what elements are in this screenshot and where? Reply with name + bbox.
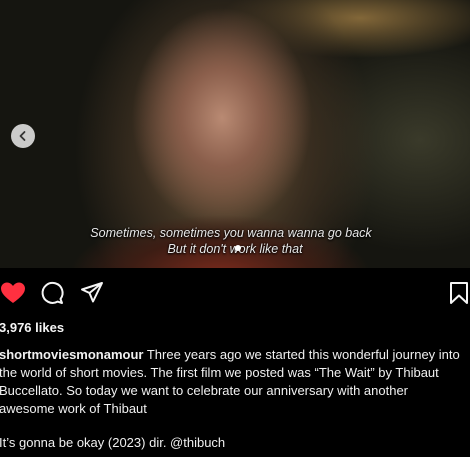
post-media[interactable]: Sometimes, sometimes you wanna wanna go …	[0, 0, 470, 268]
carousel-dot	[235, 245, 241, 251]
like-count[interactable]: 3,976 likes	[0, 320, 64, 335]
post-actions	[0, 280, 470, 306]
caption-credit: It’s gonna be okay (2023) dir. @thibuch	[0, 435, 226, 450]
caption-username[interactable]: shortmoviesmonamour	[0, 347, 143, 362]
heart-filled-icon	[1, 282, 25, 303]
carousel-prev-button[interactable]	[11, 124, 35, 148]
comment-button[interactable]	[39, 280, 65, 306]
subtitle-line-1: Sometimes, sometimes you wanna wanna go …	[90, 226, 372, 240]
bookmark-icon	[450, 282, 468, 304]
share-button[interactable]	[79, 280, 105, 306]
post-caption: shortmoviesmonamour Three years ago we s…	[0, 346, 464, 418]
chevron-left-icon	[19, 131, 26, 141]
paper-plane-icon	[81, 282, 103, 303]
save-button[interactable]	[446, 280, 470, 306]
like-button[interactable]	[0, 280, 26, 306]
comment-bubble-icon	[41, 281, 64, 304]
